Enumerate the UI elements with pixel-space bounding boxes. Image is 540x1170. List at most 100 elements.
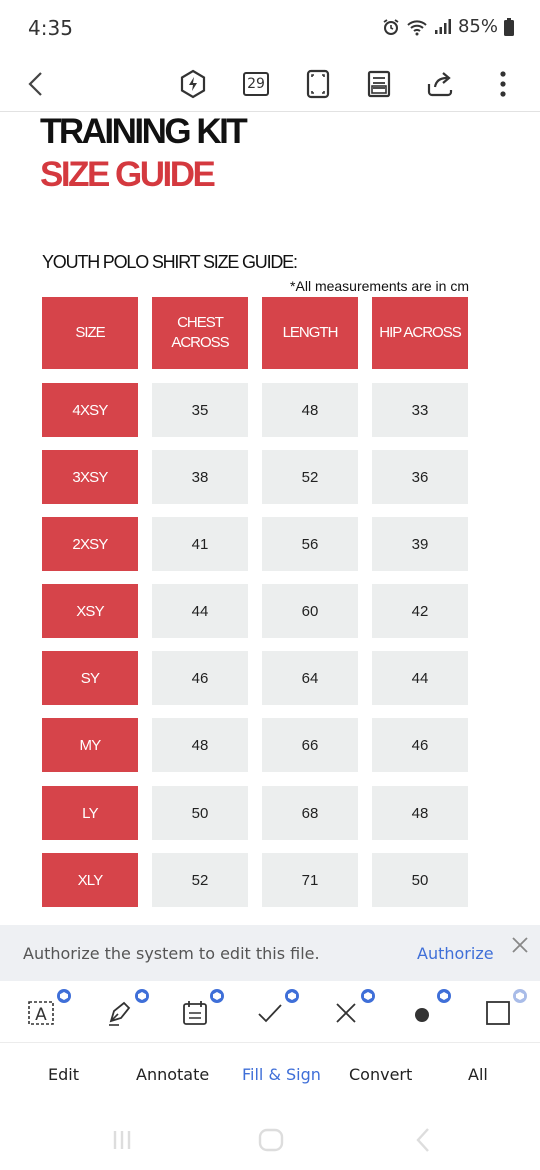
chest-cell: 35 [152,383,248,437]
table-header: CHEST ACROSS [152,297,248,369]
rectangle-tool[interactable] [478,989,527,1031]
back-button[interactable] [16,62,56,106]
signal-icon [434,18,451,34]
system-navigation-bar [0,1110,540,1170]
chest-cell: 50 [152,786,248,840]
premium-badge-icon [513,989,527,1003]
recent-apps-button[interactable] [102,1122,142,1158]
hip-cell: 39 [372,517,468,571]
length-cell: 56 [262,517,358,571]
size-cell: 3XSY [42,450,138,504]
premium-badge-icon [57,989,71,1003]
back-chevron-icon [416,1128,429,1152]
battery-percent: 85% [457,16,498,37]
pen-nib-icon [109,1001,131,1026]
mode-tabs: Edit Annotate Fill & Sign Convert All [0,1043,540,1103]
reading-mode-button[interactable] [359,62,399,106]
size-cell: MY [42,718,138,772]
premium-badge-icon [135,989,149,1003]
calendar-form-icon [183,1001,207,1025]
length-cell: 64 [262,651,358,705]
lightning-hexagon-icon [180,69,206,99]
form-tool[interactable] [175,989,224,1031]
length-cell: 48 [262,383,358,437]
hip-cell: 50 [372,853,468,907]
hip-cell: 42 [372,584,468,638]
more-options-button[interactable] [483,62,523,106]
chest-cell: 41 [152,517,248,571]
wifi-icon [407,19,427,35]
share-icon [427,72,453,97]
table-header: SIZE [42,297,138,369]
chest-cell: 52 [152,853,248,907]
chest-cell: 46 [152,651,248,705]
status-icons: 85% [382,16,514,37]
cross-tool[interactable] [326,989,375,1031]
measurement-note: *All measurements are in cm [290,278,469,294]
length-cell: 52 [262,450,358,504]
size-cell: LY [42,786,138,840]
size-cell: SY [42,651,138,705]
hip-cell: 36 [372,450,468,504]
tab-annotate[interactable]: Annotate [136,1065,209,1084]
page-count-badge: 29 [243,72,269,96]
table-header: HIP ACROSS [372,297,468,369]
tab-edit[interactable]: Edit [48,1065,79,1084]
recent-apps-icon [113,1131,131,1149]
alarm-icon [383,18,399,35]
document-toolbar: 29 [0,56,540,112]
authorize-message: Authorize the system to edit this file. [23,944,320,963]
hip-cell: 33 [372,383,468,437]
hip-cell: 46 [372,718,468,772]
dot-tool[interactable] [402,989,451,1031]
length-cell: 66 [262,718,358,772]
length-cell: 68 [262,786,358,840]
quick-action-button[interactable] [173,62,213,106]
premium-badge-icon [210,989,224,1003]
system-back-button[interactable] [403,1122,443,1158]
size-cell: XSY [42,584,138,638]
chest-cell: 38 [152,450,248,504]
hip-cell: 48 [372,786,468,840]
svg-text:A: A [35,1005,47,1025]
status-time: 4:35 [28,16,73,40]
premium-badge-icon [361,989,375,1003]
size-cell: 2XSY [42,517,138,571]
length-cell: 71 [262,853,358,907]
banner-close-button[interactable] [508,933,532,957]
annotate-tool[interactable] [100,989,149,1031]
rectangle-icon [486,1001,510,1025]
tab-all[interactable]: All [468,1065,488,1084]
page-count-button[interactable]: 29 [236,62,276,106]
chest-cell: 44 [152,584,248,638]
home-icon [258,1128,284,1152]
tab-fill-and-sign[interactable]: Fill & Sign [242,1065,321,1084]
premium-badge-icon [437,989,451,1003]
more-vertical-icon [500,71,506,97]
checkmark-tool[interactable] [250,989,299,1031]
length-cell: 60 [262,584,358,638]
text-box-icon: A [28,1001,54,1025]
dot-icon [415,1008,429,1022]
home-button[interactable] [251,1122,291,1158]
battery-icon [504,17,514,36]
table-subtitle: YOUTH POLO SHIRT SIZE GUIDE: [42,252,298,272]
edit-text-tool[interactable]: A [22,989,71,1031]
cross-mark-icon [336,1003,356,1023]
premium-badge-icon [285,989,299,1003]
fullscreen-button[interactable] [298,62,338,106]
chest-cell: 48 [152,718,248,772]
authorize-banner: Authorize the system to edit this file. … [0,925,540,981]
tool-icons-row: A [0,981,540,1043]
close-icon [512,937,528,953]
tab-convert[interactable]: Convert [349,1065,412,1084]
authorize-link[interactable]: Authorize [417,944,494,963]
table-header: LENGTH [262,297,358,369]
share-button[interactable] [420,62,460,106]
checkmark-icon [258,1004,282,1023]
fullscreen-icon [306,69,330,99]
reading-mode-icon [367,70,391,98]
size-cell: 4XSY [42,383,138,437]
document-title: TRAINING KIT [40,112,248,151]
status-bar: 4:35 85% [0,0,540,56]
